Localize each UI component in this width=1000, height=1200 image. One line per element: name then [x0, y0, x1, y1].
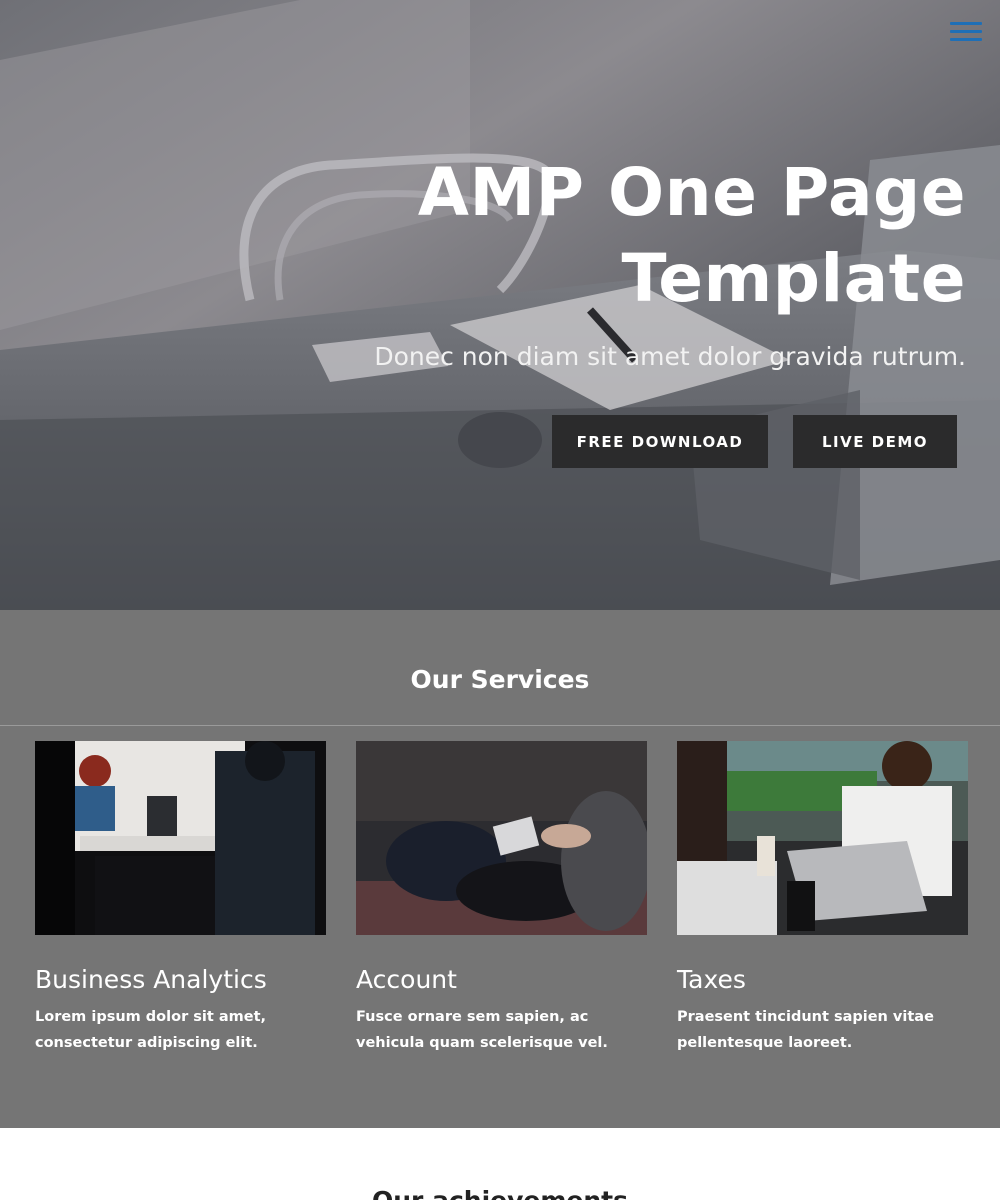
services-section: Our Services Business Analytics Lorem ip…: [0, 610, 1000, 1128]
hero-title-line1: AMP One Page: [417, 154, 966, 231]
business-analytics-image: [35, 741, 326, 935]
account-image: [356, 741, 647, 935]
hero-section: AMP One Page Template Donec non diam sit…: [0, 0, 1000, 610]
service-card-taxes: Taxes Praesent tincidunt sapien vitae pe…: [677, 741, 968, 1056]
services-heading: Our Services: [0, 610, 1000, 726]
free-download-button[interactable]: FREE DOWNLOAD: [552, 415, 768, 468]
hamburger-menu-icon[interactable]: [950, 22, 982, 44]
service-title: Account: [356, 965, 457, 994]
service-description: Praesent tincidunt sapien vitae pellente…: [677, 1009, 934, 1051]
service-card-account: Account Fusce ornare sem sapien, ac vehi…: [356, 741, 647, 1056]
service-card-business-analytics: Business Analytics Lorem ipsum dolor sit…: [35, 741, 326, 1056]
hero-buttons: FREE DOWNLOAD LIVE DEMO: [552, 415, 957, 468]
live-demo-button[interactable]: LIVE DEMO: [793, 415, 957, 468]
hero-subtitle: Donec non diam sit amet dolor gravida ru…: [374, 342, 966, 371]
achievements-section: Our achievements: [0, 1128, 1000, 1200]
service-description: Lorem ipsum dolor sit amet, consectetur …: [35, 1009, 267, 1051]
hero-title: AMP One Page Template: [266, 150, 966, 322]
service-description: Fusce ornare sem sapien, ac vehicula qua…: [356, 1009, 608, 1051]
taxes-image: [677, 741, 968, 935]
achievements-heading: Our achievements: [0, 1186, 1000, 1200]
service-title: Taxes: [677, 965, 746, 994]
hero-text: AMP One Page Template Donec non diam sit…: [266, 150, 966, 371]
hero-title-line2: Template: [621, 240, 966, 317]
service-cards: Business Analytics Lorem ipsum dolor sit…: [0, 726, 1000, 1056]
service-title: Business Analytics: [35, 965, 267, 994]
